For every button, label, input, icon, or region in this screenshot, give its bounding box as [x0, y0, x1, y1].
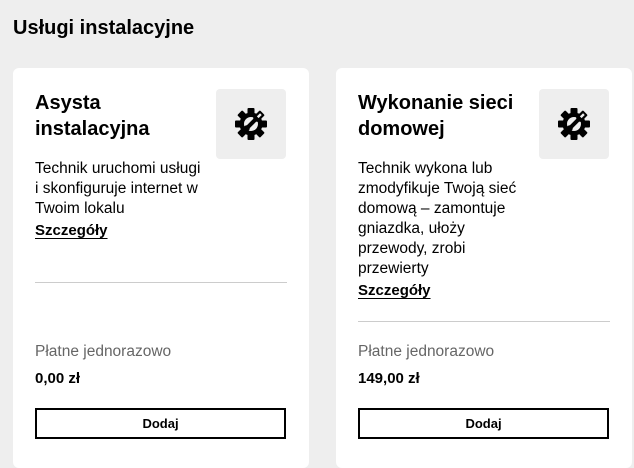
gear-wrench-icon — [216, 89, 286, 159]
price-label: Płatne jednorazowo — [358, 343, 495, 360]
details-link[interactable]: Szczegóły — [358, 281, 431, 301]
service-card-home-network: Wykonanie sieci domowej Technik wykona l… — [336, 68, 632, 468]
gear-wrench-icon — [539, 89, 609, 159]
price-value: 149,00 zł — [358, 370, 420, 387]
price-value: 0,00 zł — [35, 370, 81, 387]
divider — [358, 321, 610, 322]
divider — [35, 282, 287, 283]
card-description: Technik wykona lub zmodyfikuje Twoją sie… — [358, 159, 528, 301]
card-title: Asysta instalacyjna — [35, 92, 150, 140]
description-text: Technik uruchomi usługi i skonfiguruje i… — [35, 160, 201, 217]
details-link[interactable]: Szczegóły — [35, 221, 108, 241]
section-title: Usługi instalacyjne — [13, 17, 195, 39]
card-title: Wykonanie sieci domowej — [358, 92, 514, 140]
card-description: Technik uruchomi usługi i skonfiguruje i… — [35, 159, 205, 241]
description-text: Technik wykona lub zmodyfikuje Twoją sie… — [358, 160, 517, 277]
price-label: Płatne jednorazowo — [35, 343, 172, 360]
service-card-installation-assistance: Asysta instalacyjna Technik uruchomi usł… — [13, 68, 309, 468]
add-button[interactable]: Dodaj — [35, 408, 286, 439]
add-button[interactable]: Dodaj — [358, 408, 609, 439]
